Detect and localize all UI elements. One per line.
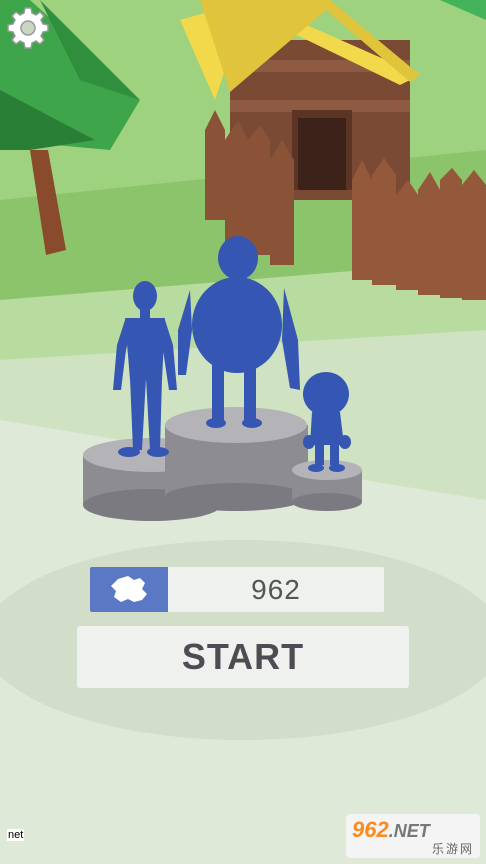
- watermark-main: 962: [352, 817, 389, 842]
- pedestal-center: [165, 407, 308, 511]
- watermark-suffix: .NET: [388, 821, 430, 841]
- start-button[interactable]: START: [77, 626, 409, 688]
- watermark-logo: 962.NET 乐游网: [346, 814, 480, 858]
- game-scene: [0, 0, 486, 864]
- settings-button[interactable]: [6, 6, 50, 50]
- score-panel: 962: [90, 567, 384, 612]
- corner-tag: net: [7, 829, 25, 841]
- antarctica-flag-icon: [111, 576, 147, 602]
- score-value: 962: [251, 574, 301, 605]
- watermark-sub: 乐游网: [431, 842, 474, 856]
- region-flag: [90, 567, 168, 612]
- pedestal-right: [292, 460, 362, 511]
- gear-icon: [7, 7, 49, 49]
